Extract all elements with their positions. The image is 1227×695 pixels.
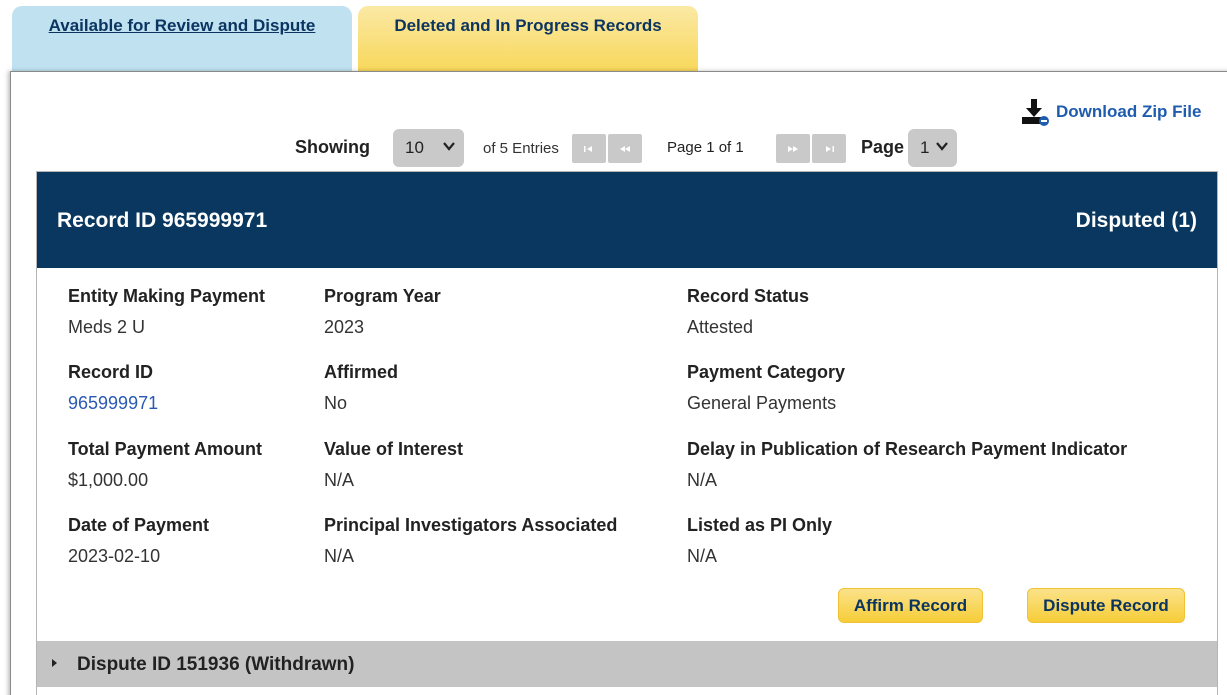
- field-value: N/A: [324, 470, 355, 490]
- field-payment-category: Payment Category General Payments: [687, 362, 845, 414]
- record-header-title: Record ID 965999971: [57, 209, 268, 232]
- field-label: Value of Interest: [324, 439, 464, 459]
- tab-available-review-label[interactable]: Available for Review and Dispute: [49, 16, 316, 35]
- field-record-id: Record ID 965999971: [68, 362, 158, 414]
- field-date-of-payment: Date of Payment 2023-02-10: [68, 515, 209, 567]
- field-delay-publication: Delay in Publication of Research Payment…: [687, 439, 1127, 491]
- next-page-icon: [788, 145, 798, 152]
- chevron-down-icon: [936, 142, 948, 151]
- tab-deleted-in-progress[interactable]: Deleted and In Progress Records: [358, 6, 698, 72]
- page-size-value: 10: [405, 138, 424, 157]
- showing-label: Showing: [295, 137, 370, 157]
- tab-available-review[interactable]: Available for Review and Dispute: [12, 6, 352, 72]
- field-value: N/A: [687, 470, 718, 490]
- first-page-icon: [584, 145, 592, 152]
- field-entity: Entity Making Payment Meds 2 U: [68, 286, 265, 338]
- dispute-record-button[interactable]: Dispute Record: [1027, 588, 1185, 623]
- field-record-status: Record Status Attested: [687, 286, 809, 338]
- field-label: Delay in Publication of Research Payment…: [687, 439, 1128, 459]
- field-label: Record ID: [68, 362, 154, 382]
- field-affirmed: Affirmed No: [324, 362, 398, 414]
- expand-triangle-icon: [52, 659, 57, 667]
- affirm-record-button[interactable]: Affirm Record: [838, 588, 983, 623]
- prev-page-button[interactable]: [608, 134, 642, 163]
- first-page-button[interactable]: [572, 134, 606, 163]
- field-value: 2023-02-10: [68, 546, 161, 566]
- field-value: No: [324, 393, 348, 413]
- prev-page-icon: [620, 145, 630, 152]
- chevron-down-icon: [443, 142, 455, 151]
- field-principal-investigators: Principal Investigators Associated N/A: [324, 515, 617, 567]
- dispute-accordion-header[interactable]: Dispute ID 151936 (Withdrawn): [37, 641, 1217, 687]
- dispute-title: Dispute ID 151936 (Withdrawn): [77, 654, 355, 675]
- field-label: Principal Investigators Associated: [324, 515, 618, 535]
- field-value: Attested: [687, 317, 754, 337]
- page-number-value: 1: [920, 138, 930, 157]
- field-value: N/A: [324, 546, 355, 566]
- field-program-year: Program Year 2023: [324, 286, 441, 338]
- last-page-icon: [826, 145, 834, 152]
- field-label: Payment Category: [687, 362, 846, 382]
- record-id-link[interactable]: 965999971: [68, 393, 158, 414]
- field-value: 2023: [324, 317, 365, 337]
- download-zip-link[interactable]: Download Zip File: [1020, 97, 1201, 127]
- download-icon: [1022, 99, 1049, 126]
- field-label: Listed as PI Only: [687, 515, 833, 535]
- field-label: Total Payment Amount: [68, 439, 263, 459]
- page-indicator: Page 1 of 1: [667, 139, 744, 156]
- download-zip-label[interactable]: Download Zip File: [1056, 102, 1201, 122]
- record-dispute-status: Disputed (1): [1075, 209, 1197, 232]
- tab-deleted-label: Deleted and In Progress Records: [394, 16, 662, 35]
- page-select-label: Page: [861, 137, 905, 157]
- field-label: Entity Making Payment: [68, 286, 266, 306]
- field-value: Meds 2 U: [68, 317, 146, 337]
- field-label: Date of Payment: [68, 515, 210, 535]
- field-label: Record Status: [687, 286, 810, 306]
- field-listed-pi-only: Listed as PI Only N/A: [687, 515, 832, 567]
- field-value: $1,000.00: [68, 470, 149, 490]
- field-label: Affirmed: [324, 362, 399, 382]
- field-label: Program Year: [324, 286, 441, 306]
- field-value: N/A: [687, 546, 718, 566]
- next-page-button[interactable]: [776, 134, 810, 163]
- field-total-payment: Total Payment Amount $1,000.00: [68, 439, 262, 491]
- field-value: General Payments: [687, 393, 837, 413]
- entries-count: of 5 Entries: [483, 140, 559, 157]
- page-size-select[interactable]: 10: [393, 129, 464, 167]
- page-number-select[interactable]: 1: [908, 129, 957, 167]
- last-page-button[interactable]: [812, 134, 846, 163]
- field-value-of-interest: Value of Interest N/A: [324, 439, 463, 491]
- record-header: Record ID 965999971 Disputed (1): [37, 172, 1217, 268]
